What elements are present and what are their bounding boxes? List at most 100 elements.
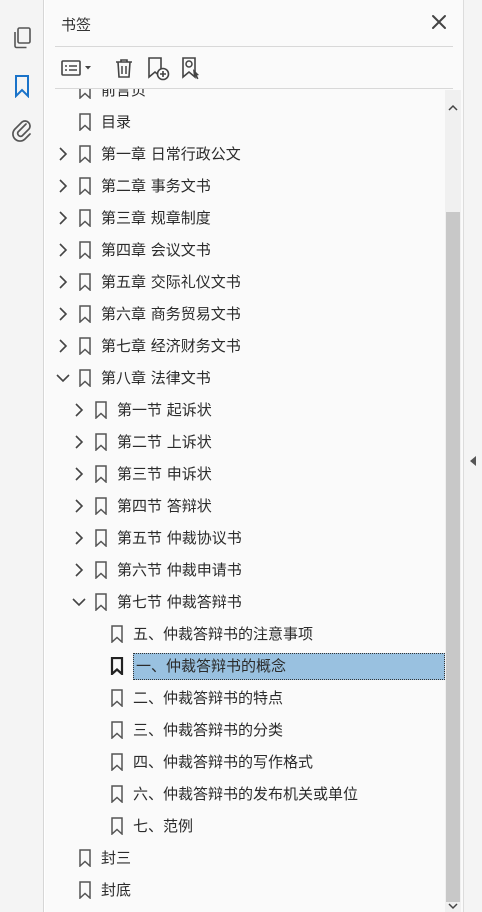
bookmark-item-icon [78,209,92,228]
chevron-right-icon[interactable] [71,562,87,578]
bookmark-item-icon [78,369,92,388]
bookmark-item[interactable]: 第四节 答辩状 [45,490,445,522]
bookmark-item-icon [94,401,108,420]
bookmark-item[interactable]: 第八章 法律文书 [45,362,445,394]
bookmark-label: 六、仲裁答辩书的发布机关或单位 [133,785,359,803]
bookmark-label: 封底 [101,881,132,899]
bookmark-item-icon [78,89,92,100]
bookmark-item[interactable]: 第七节 仲裁答辩书 [45,586,445,618]
bookmark-item[interactable]: 第五节 仲裁协议书 [45,522,445,554]
bookmark-item[interactable]: 目录 [45,106,445,138]
bookmark-item[interactable]: 第六章 商务贸易文书 [45,298,445,330]
chevron-down-icon[interactable] [55,370,71,386]
bookmark-label: 第四节 答辩状 [117,497,212,515]
bookmark-item[interactable]: 六、仲裁答辩书的发布机关或单位 [45,778,445,810]
bookmark-label: 第七节 仲裁答辩书 [117,593,242,611]
bookmark-item-icon [78,113,92,132]
close-icon[interactable] [429,12,449,32]
bookmark-item[interactable]: 前言页 [45,89,445,106]
bookmark-item[interactable]: 第二章 事务文书 [45,170,445,202]
delete-icon[interactable] [111,54,137,82]
bookmarks-panel: 书签 前言页 目录 第一章 日常行政公文 第二章 事务文书 第三章 规章制度 第… [45,0,463,912]
scroll-down-arrow-icon[interactable] [447,896,459,910]
divider [55,46,453,47]
bookmark-item[interactable]: 五、仲裁答辩书的注意事项 [45,618,445,650]
bookmark-label: 四、仲裁答辩书的写作格式 [133,753,314,771]
panel-header: 书签 [45,0,463,46]
bookmark-item[interactable]: 七、范例 [45,810,445,842]
chevron-right-icon[interactable] [71,498,87,514]
bookmark-label: 封三 [101,849,132,867]
bookmark-label: 第八章 法律文书 [101,369,211,387]
bookmark-item[interactable]: 二、仲裁答辩书的特点 [45,682,445,714]
bookmark-label: 前言页 [101,89,147,99]
bookmark-label: 第七章 经济财务文书 [101,337,241,355]
bookmark-item-icon [110,785,124,804]
bookmark-item[interactable]: 第一节 起诉状 [45,394,445,426]
bookmark-item-icon [78,241,92,260]
pages-icon[interactable] [8,24,36,52]
bookmark-item[interactable]: 第二节 上诉状 [45,426,445,458]
bookmark-item-icon [78,849,92,868]
chevron-right-icon[interactable] [55,338,71,354]
new-bookmark-icon[interactable] [143,54,171,82]
chevron-down-icon[interactable] [71,594,87,610]
bookmark-item-icon [94,593,108,612]
document-pane-edge [463,0,482,912]
scrollbar-thumb[interactable] [446,212,460,902]
bookmark-item-icon [110,817,124,836]
bookmark-item-icon [110,753,124,772]
bookmark-tree-content: 前言页 目录第一章 日常行政公文第二章 事务文书第三章 规章制度 第四章 会议文书… [45,89,445,906]
bookmark-item[interactable]: 第七章 经济财务文书 [45,330,445,362]
bookmark-item-icon [110,625,124,644]
chevron-right-icon[interactable] [55,178,71,194]
bookmark-item[interactable]: 第六节 仲裁申请书 [45,554,445,586]
bookmark-item[interactable]: 第一章 日常行政公文 [45,138,445,170]
bookmark-label: 第二章 事务文书 [101,177,211,195]
bookmark-item-icon [94,561,108,580]
chevron-right-icon[interactable] [55,274,71,290]
bookmark-item-icon [78,305,92,324]
bookmark-item-selected[interactable]: 一、仲裁答辩书的概念 [45,650,445,682]
bookmark-item[interactable]: 三、仲裁答辩书的分类 [45,714,445,746]
bookmark-item-icon [94,529,108,548]
bookmark-label: 第五章 交际礼仪文书 [101,273,241,291]
chevron-right-icon[interactable] [55,242,71,258]
bookmark-item[interactable]: 封底 [45,874,445,906]
bookmark-item-icon [78,337,92,356]
bookmark-toolbar [45,50,463,86]
collapse-panel-arrow-icon[interactable] [469,452,477,466]
bookmark-item-icon [110,721,124,740]
bookmark-label: 三、仲裁答辩书的分类 [133,721,284,739]
bookmark-label: 第一节 起诉状 [117,401,212,419]
chevron-right-icon[interactable] [55,306,71,322]
options-menu-icon[interactable] [59,54,97,82]
bookmark-item[interactable]: 第四章 会议文书 [45,234,445,266]
find-bookmark-icon[interactable] [177,54,205,82]
chevron-right-icon[interactable] [55,146,71,162]
scroll-up-arrow-icon[interactable] [447,98,459,111]
attachment-icon[interactable] [8,116,36,144]
bookmark-label: 二、仲裁答辩书的特点 [133,689,284,707]
bookmark-item[interactable]: 封三 [45,842,445,874]
bookmark-item[interactable]: 四、仲裁答辩书的写作格式 [45,746,445,778]
bookmark-item-icon [110,656,124,677]
bookmark-item[interactable]: 第三节 申诉状 [45,458,445,490]
bookmark-item-icon [78,273,92,292]
bookmark-label: 第六章 商务贸易文书 [101,305,241,323]
bookmark-item[interactable]: 第五章 交际礼仪文书 [45,266,445,298]
scrollbar[interactable] [445,90,461,912]
chevron-right-icon[interactable] [71,434,87,450]
bookmark-icon[interactable] [8,72,36,100]
chevron-right-icon[interactable] [55,210,71,226]
bookmark-item-icon [94,465,108,484]
chevron-right-icon[interactable] [71,466,87,482]
bookmark-label: 第六节 仲裁申请书 [117,561,242,579]
bookmark-item-icon [78,145,92,164]
chevron-right-icon[interactable] [71,402,87,418]
bookmark-item[interactable]: 第三章 规章制度 [45,202,445,234]
chevron-right-icon[interactable] [71,530,87,546]
bookmark-label: 第三节 申诉状 [117,465,212,483]
bookmark-label: 目录 [101,113,132,131]
bookmark-item-icon [94,497,108,516]
